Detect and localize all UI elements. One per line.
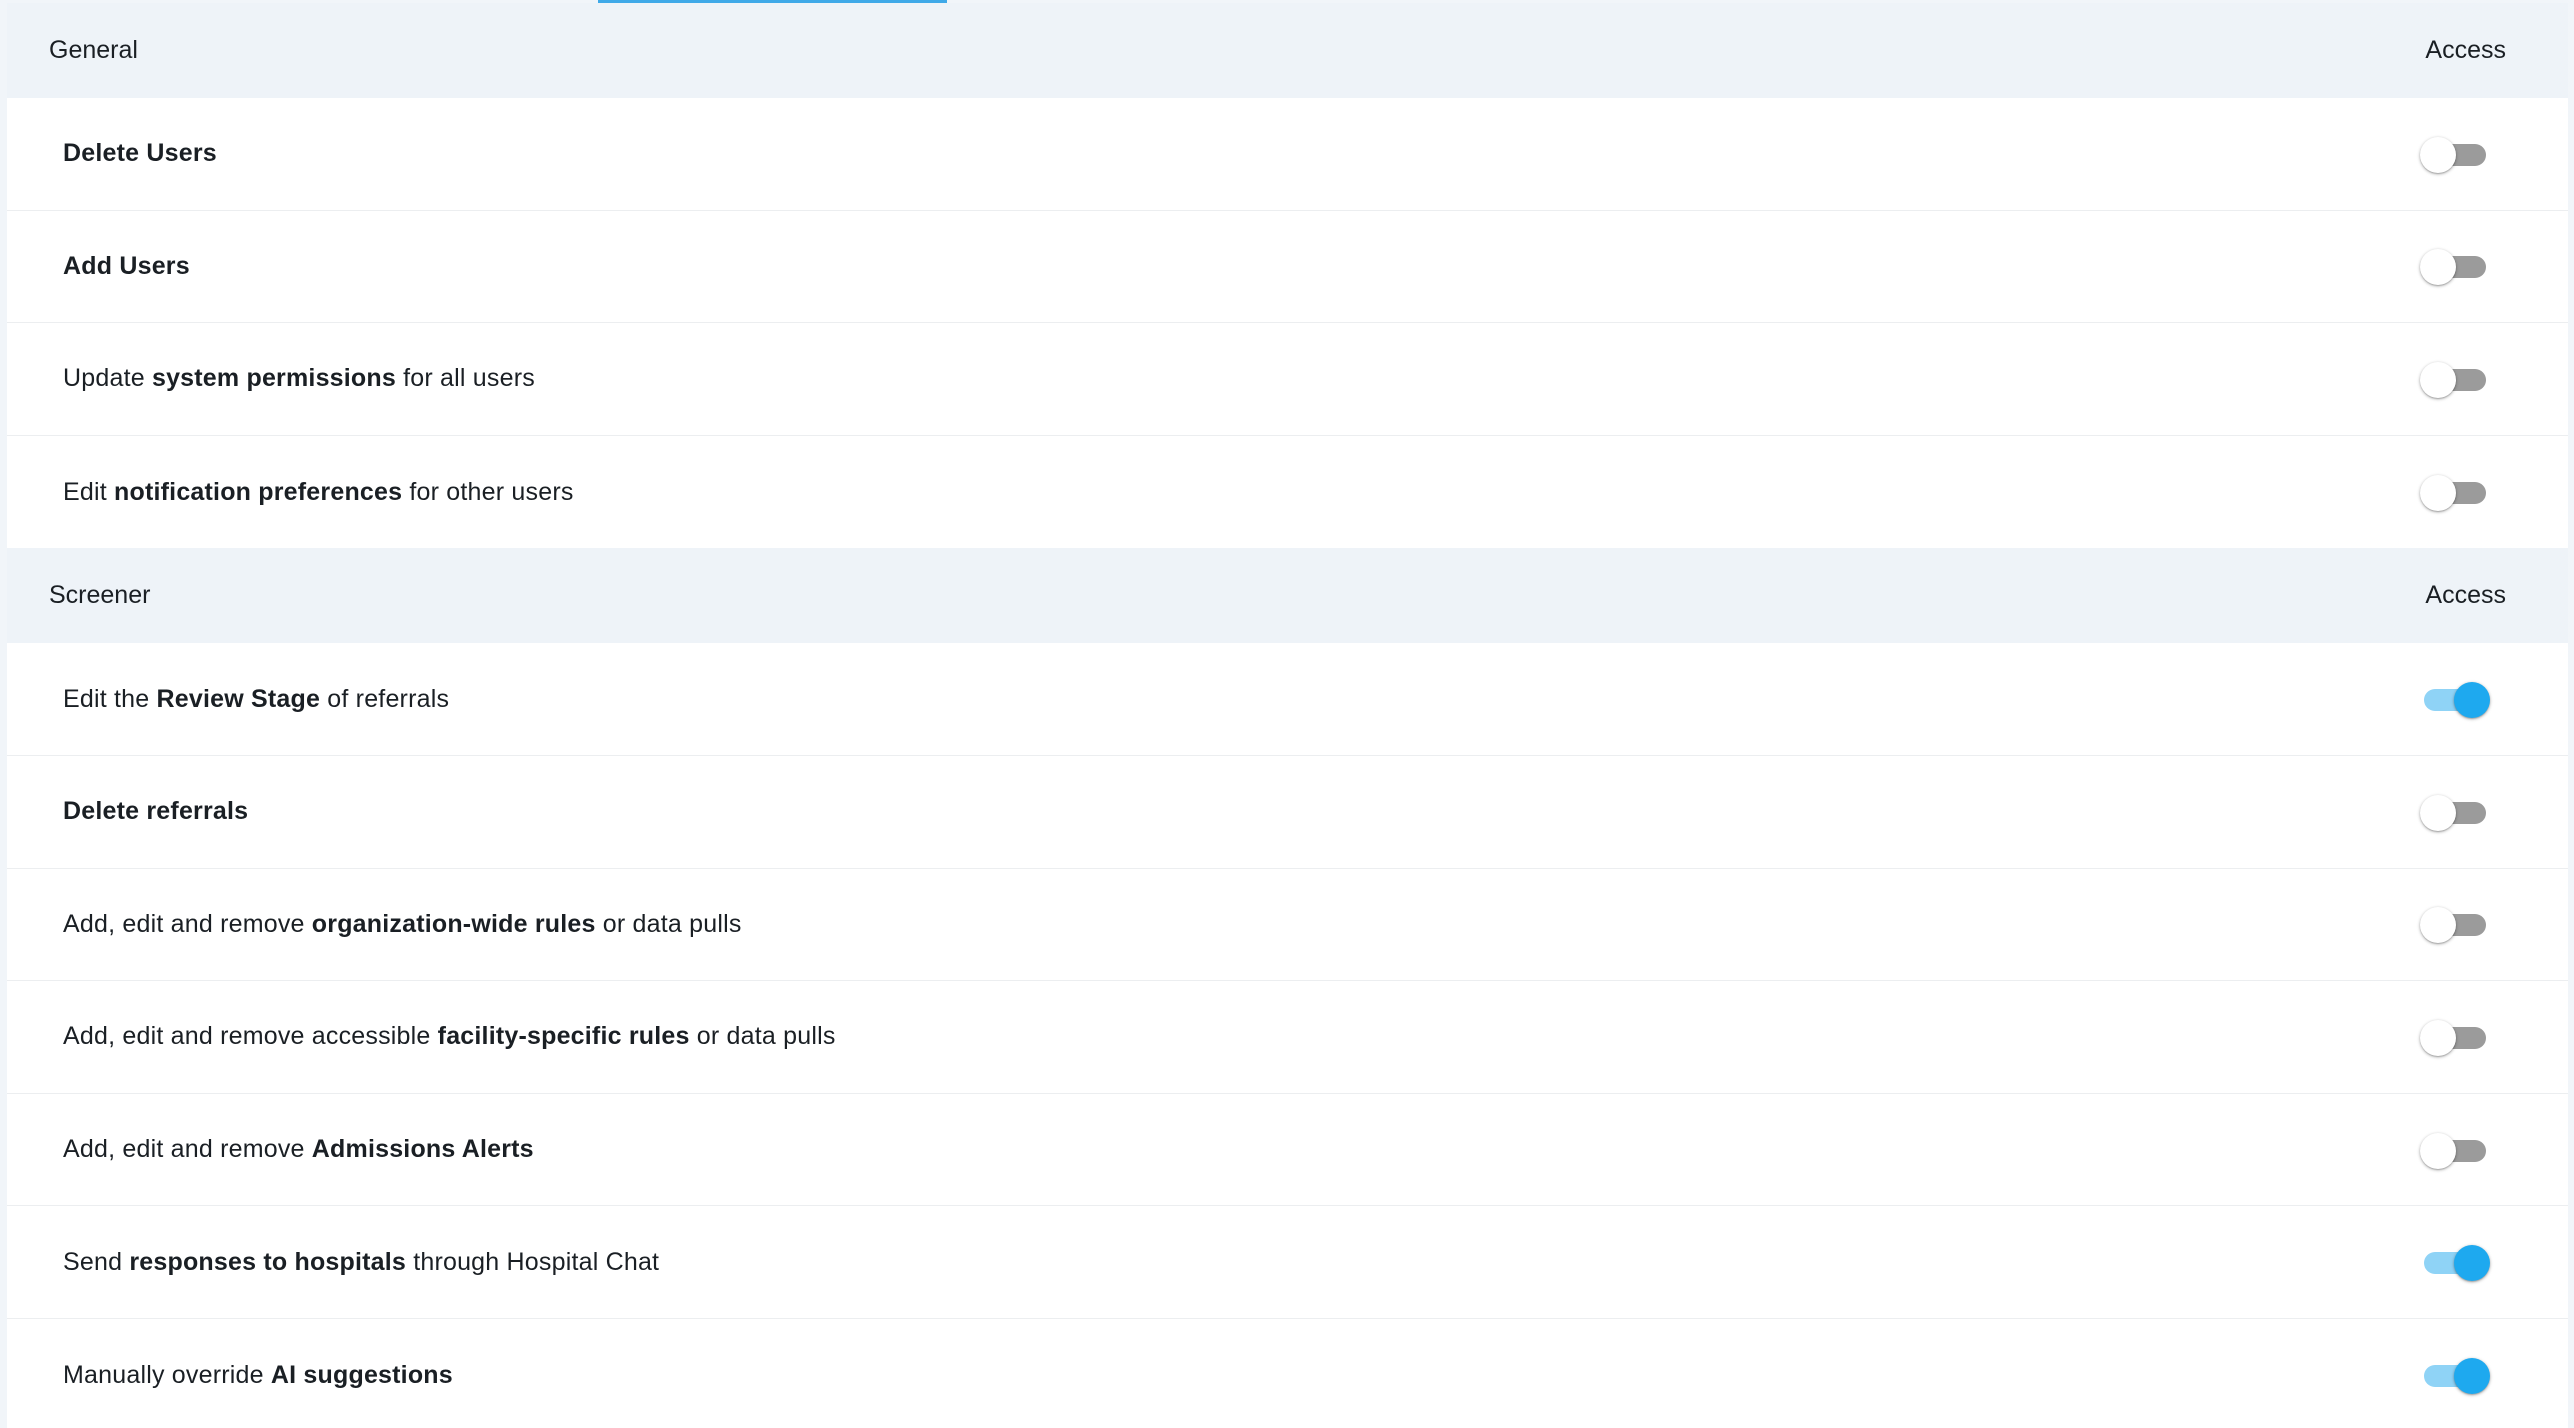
access-toggle[interactable] [2420,679,2490,719]
permission-label-text: Add, edit and remove accessible [63,1022,438,1051]
access-toggle[interactable] [2420,1017,2490,1057]
permission-label-text: Send [63,1247,130,1276]
section-header: General Access [7,3,2568,98]
permission-row: Add, edit and remove organization-wide r… [7,869,2568,982]
permission-label-emphasis: Review Stage [156,684,321,713]
permission-label: Edit the Review Stage of referrals [63,685,449,714]
toggle-thumb [2420,136,2456,173]
permission-label-emphasis: Add Users [63,251,190,280]
permission-row: Delete Users [7,98,2568,211]
toggle-thumb [2454,682,2490,719]
toggle-thumb [2420,907,2456,944]
permission-label-text: or data pulls [689,1022,836,1051]
permission-label-text: or data pulls [595,909,742,938]
access-column-label: Access [2425,36,2506,64]
permission-label-text: of referrals [320,684,450,713]
permission-row: Update system permissions for all users [7,323,2568,436]
permission-label-text: Add, edit and remove [63,1135,312,1164]
access-toggle[interactable] [2420,1355,2490,1395]
permissions-panel: General Access Delete Users Add Users Update… [7,3,2568,1428]
permission-label-text: for all users [395,364,535,393]
permission-label-emphasis: Delete Users [63,139,217,168]
toggle-thumb [2454,1358,2490,1395]
toggle-thumb [2420,794,2456,831]
permission-label-emphasis: responses to hospitals [129,1247,407,1276]
access-toggle[interactable] [2420,792,2490,832]
permission-label-emphasis: Admissions Alerts [311,1135,534,1164]
toggle-thumb [2420,361,2456,398]
permission-row: Add, edit and remove Admissions Alerts [7,1094,2568,1207]
permission-label: Send responses to hospitals through Hosp… [63,1248,659,1277]
toggle-thumb [2420,1132,2456,1169]
permission-section-screener: Screener Access Edit the Review Stage of r… [7,548,2568,1428]
permission-row: Manually override AI suggestions [7,1319,2568,1428]
permission-label-emphasis: notification preferences [114,477,403,506]
permission-row: Add Users [7,211,2568,324]
access-toggle[interactable] [2420,1130,2490,1170]
toggle-thumb [2420,249,2456,286]
permission-label: Add, edit and remove organization-wide r… [63,910,742,939]
access-toggle[interactable] [2420,359,2490,399]
permission-section-general: General Access Delete Users Add Users Update… [7,3,2568,548]
section-header: Screener Access [7,548,2568,644]
access-column-label: Access [2425,581,2506,610]
permission-label-text: Edit the [63,684,157,713]
permission-label-emphasis: organization-wide rules [311,909,596,938]
toggle-thumb [2420,1019,2456,1056]
permission-label-text: Update [63,364,152,393]
permission-label-emphasis: AI suggestions [270,1360,453,1389]
permission-label: Add, edit and remove Admissions Alerts [63,1135,534,1164]
permission-label-emphasis: Delete referrals [63,797,249,826]
toggle-thumb [2420,475,2456,512]
access-toggle[interactable] [2420,1242,2490,1282]
access-toggle[interactable] [2420,472,2490,512]
permission-row: Edit notification preferences for other … [7,436,2568,549]
permission-row: Delete referrals [7,756,2568,869]
permission-label: Edit notification preferences for other … [63,478,574,507]
access-toggle[interactable] [2420,904,2490,944]
permission-label: Add Users [63,252,190,281]
permission-label-text: for other users [402,477,574,506]
access-toggle[interactable] [2420,134,2490,174]
section-title: General [49,36,138,64]
permission-label-emphasis: facility-specific rules [437,1022,690,1051]
permission-label-text: Manually override [63,1360,271,1389]
permission-label-text: through Hospital Chat [406,1247,660,1276]
permission-label-emphasis: system permissions [151,364,396,393]
access-toggle[interactable] [2420,246,2490,286]
permission-row: Add, edit and remove accessible facility… [7,981,2568,1094]
permission-label: Delete referrals [63,797,248,826]
permission-row: Send responses to hospitals through Hosp… [7,1206,2568,1319]
permission-row: Edit the Review Stage of referrals [7,643,2568,756]
permission-label: Delete Users [63,139,217,168]
permission-label-text: Edit [63,477,115,506]
permission-label: Manually override AI suggestions [63,1361,453,1390]
toggle-thumb [2454,1245,2490,1282]
permission-label-text: Add, edit and remove [63,909,312,938]
section-title: Screener [49,581,151,610]
permission-label: Add, edit and remove accessible facility… [63,1022,836,1051]
permission-label: Update system permissions for all users [63,364,535,393]
